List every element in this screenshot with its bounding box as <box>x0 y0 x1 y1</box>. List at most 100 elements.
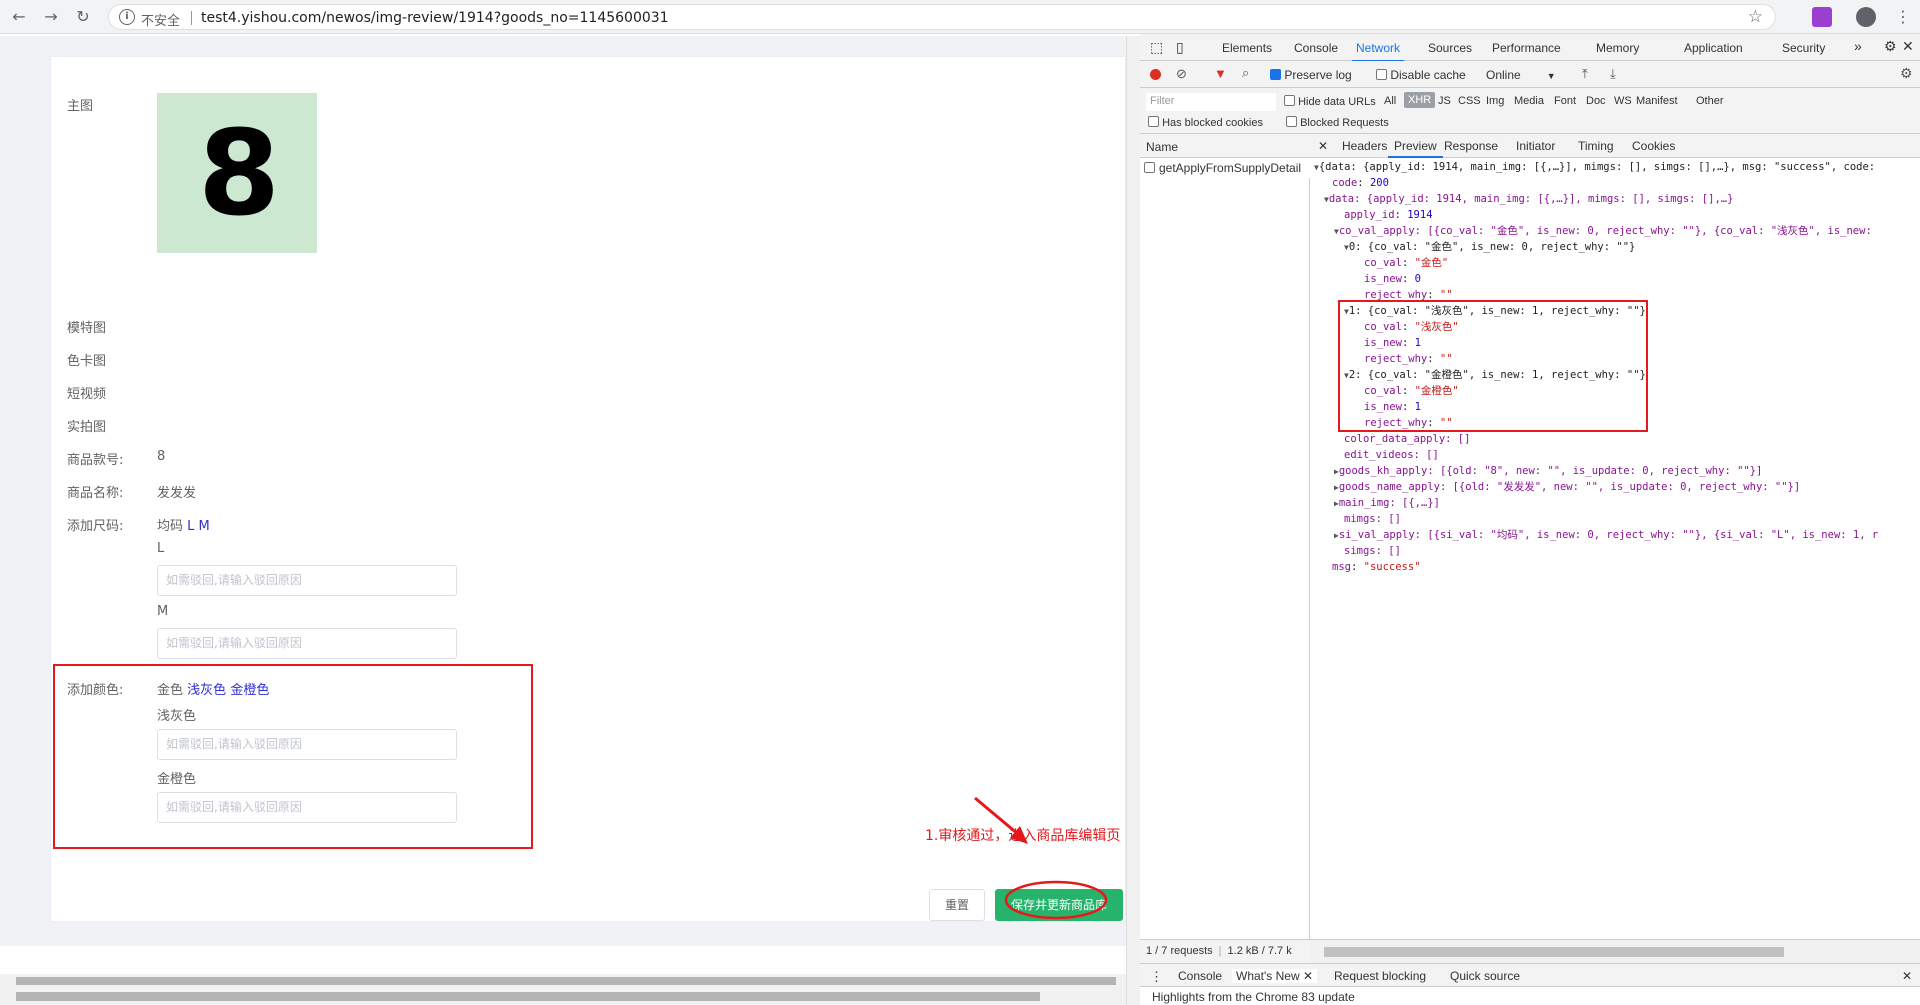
export-har-icon[interactable]: ⤓ <box>1610 66 1616 82</box>
json-main-img[interactable]: ▶main_img: [{,…}] <box>1334 496 1440 512</box>
clear-icon[interactable]: ⊘ <box>1176 66 1187 82</box>
back-icon[interactable]: ← <box>8 6 30 28</box>
goods-name-value: 发发发 <box>157 486 197 501</box>
type-js[interactable]: JS <box>1438 95 1451 107</box>
drawer-tab-quick-source[interactable]: Quick source <box>1450 969 1520 983</box>
vertical-scrollbar[interactable] <box>1126 36 1140 1005</box>
preserve-log-checkbox[interactable]: Preserve log <box>1270 68 1352 82</box>
close-devtools-icon[interactable]: ✕ <box>1902 38 1914 55</box>
type-doc[interactable]: Doc <box>1586 95 1606 107</box>
tab-memory[interactable]: Memory <box>1596 41 1639 55</box>
hide-data-urls-checkbox[interactable]: Hide data URLs <box>1284 95 1376 108</box>
settings-gear-icon[interactable]: ⚙ <box>1884 38 1897 55</box>
main-image-label: 主图 <box>67 99 94 114</box>
close-tab-icon[interactable]: ✕ <box>1303 969 1313 983</box>
blocked-requests-checkbox[interactable]: Blocked Requests <box>1286 116 1389 129</box>
json-item-0[interactable]: ▼0: {co_val: "金色", is_new: 0, reject_why… <box>1344 240 1635 256</box>
extension-icon[interactable] <box>1812 7 1832 27</box>
scrollbar-thumb[interactable] <box>16 992 1040 1001</box>
type-font[interactable]: Font <box>1554 95 1576 107</box>
size-new-L[interactable]: L <box>187 519 194 534</box>
scrollbar-thumb[interactable] <box>1324 947 1784 957</box>
type-manifest[interactable]: Manifest <box>1636 95 1678 107</box>
tab-console[interactable]: Console <box>1294 41 1338 55</box>
horizontal-scrollbar-2[interactable] <box>0 988 1126 1005</box>
devtools-panel: ⬚ ▯ Elements Console Network Sources Per… <box>1140 34 1920 1005</box>
device-toolbar-icon[interactable]: ▯ <box>1176 39 1184 56</box>
tab-network[interactable]: Network <box>1351 41 1405 62</box>
forward-icon[interactable]: → <box>40 6 62 28</box>
profile-avatar-icon[interactable] <box>1856 7 1876 27</box>
request-summary: 1 / 7 requests | 1.2 kB / 7.7 k <box>1140 939 1310 963</box>
throttle-select[interactable]: Online ▼ <box>1486 68 1556 82</box>
network-toolbar: ⊘ ▼ ⌕ Preserve log Disable cache Online ▼… <box>1140 61 1920 88</box>
has-blocked-cookies-checkbox[interactable]: Has blocked cookies <box>1148 116 1263 129</box>
bookmark-star-icon[interactable]: ☆ <box>1748 7 1763 27</box>
tab-cookies[interactable]: Cookies <box>1632 139 1675 153</box>
tab-initiator[interactable]: Initiator <box>1516 139 1555 153</box>
drawer-tab-request-blocking[interactable]: Request blocking <box>1334 969 1426 983</box>
type-media[interactable]: Media <box>1514 95 1544 107</box>
filter-icon[interactable]: ▼ <box>1214 66 1227 81</box>
goods-name-label: 商品名称: <box>67 486 124 501</box>
drawer-tab-console[interactable]: Console <box>1178 969 1222 983</box>
size-M-reject-input[interactable]: 如需驳回,请输入驳回原因 <box>157 628 457 659</box>
detail-tabbar: ✕ Headers Preview Response Initiator Tim… <box>1310 134 1920 158</box>
type-xhr[interactable]: XHR <box>1404 92 1436 108</box>
network-settings-icon[interactable]: ⚙ <box>1900 65 1913 82</box>
tab-sources[interactable]: Sources <box>1428 41 1472 55</box>
record-icon[interactable] <box>1150 69 1161 80</box>
main-image-thumbnail[interactable]: 8 <box>157 93 317 253</box>
tab-preview[interactable]: Preview <box>1388 139 1443 158</box>
request-row[interactable]: getApplyFromSupplyDetail <box>1140 158 1310 178</box>
size-L-title: L <box>157 541 165 556</box>
network-filter-bar: Filter Hide data URLs All XHR JS CSS Img… <box>1140 88 1920 134</box>
address-bar[interactable]: i 不安全 test4.yishou.com/newos/img-review/… <box>108 4 1776 30</box>
disable-cache-checkbox[interactable]: Disable cache <box>1376 68 1466 82</box>
browser-menu-icon[interactable]: ⋮ <box>1892 6 1914 28</box>
tab-performance[interactable]: Performance <box>1492 41 1561 55</box>
info-icon[interactable]: i <box>119 9 135 25</box>
model-image-label: 模特图 <box>67 321 107 336</box>
drawer-menu-icon[interactable]: ⋮ <box>1150 969 1163 985</box>
drawer-tabbar: ⋮ Console What's New ✕ Request blocking … <box>1140 963 1920 987</box>
json-si-val-apply[interactable]: ▶si_val_apply: [{si_val: "均码", is_new: 0… <box>1334 528 1878 544</box>
tab-application[interactable]: Application <box>1684 41 1743 55</box>
json-goods-kh-apply[interactable]: ▶goods_kh_apply: [{old: "8", new: "", is… <box>1334 464 1762 480</box>
name-column-header[interactable]: Name <box>1140 134 1310 158</box>
inspect-icon[interactable]: ⬚ <box>1150 39 1163 56</box>
json-root[interactable]: ▼{data: {apply_id: 1914, main_img: [{,…}… <box>1314 160 1875 176</box>
close-detail-icon[interactable]: ✕ <box>1318 139 1328 153</box>
preview-horizontal-scrollbar[interactable] <box>1310 939 1920 963</box>
url-text[interactable]: test4.yishou.com/newos/img-review/1914?g… <box>201 10 669 26</box>
disable-cache-label: Disable cache <box>1390 68 1466 82</box>
type-ws[interactable]: WS <box>1614 95 1632 107</box>
size-L-reject-input[interactable]: 如需驳回,请输入驳回原因 <box>157 565 457 596</box>
tab-security[interactable]: Security <box>1782 41 1825 55</box>
tab-response[interactable]: Response <box>1444 139 1498 153</box>
json-co-val-apply[interactable]: ▼co_val_apply: [{co_val: "金色", is_new: 0… <box>1334 224 1872 240</box>
filter-input[interactable]: Filter <box>1146 93 1276 111</box>
json-data[interactable]: ▼data: {apply_id: 1914, main_img: [{,…}]… <box>1324 192 1733 208</box>
horizontal-scrollbar[interactable] <box>0 974 1126 988</box>
type-other[interactable]: Other <box>1696 95 1724 107</box>
scrollbar-thumb[interactable] <box>16 977 1116 985</box>
size-new-M[interactable]: M <box>199 519 210 534</box>
real-shot-label: 实拍图 <box>67 420 107 435</box>
tab-elements[interactable]: Elements <box>1222 41 1272 55</box>
tab-headers[interactable]: Headers <box>1342 139 1387 153</box>
type-all[interactable]: All <box>1384 95 1396 107</box>
size-M-title: M <box>157 604 169 619</box>
import-har-icon[interactable]: ⤒ <box>1582 66 1588 82</box>
drawer-content: Highlights from the Chrome 83 update <box>1152 990 1355 1004</box>
type-css[interactable]: CSS <box>1458 95 1481 107</box>
more-tabs-icon[interactable]: » <box>1854 38 1862 54</box>
drawer-tab-whats-new[interactable]: What's New ✕ <box>1232 969 1318 983</box>
search-icon[interactable]: ⌕ <box>1242 65 1249 81</box>
reload-icon[interactable]: ↻ <box>72 6 94 28</box>
type-img[interactable]: Img <box>1486 95 1504 107</box>
insecure-label: 不安全 <box>141 14 181 29</box>
json-goods-name-apply[interactable]: ▶goods_name_apply: [{old: "发发发", new: ""… <box>1334 480 1800 496</box>
close-drawer-icon[interactable]: ✕ <box>1902 969 1912 983</box>
tab-timing[interactable]: Timing <box>1578 139 1614 153</box>
